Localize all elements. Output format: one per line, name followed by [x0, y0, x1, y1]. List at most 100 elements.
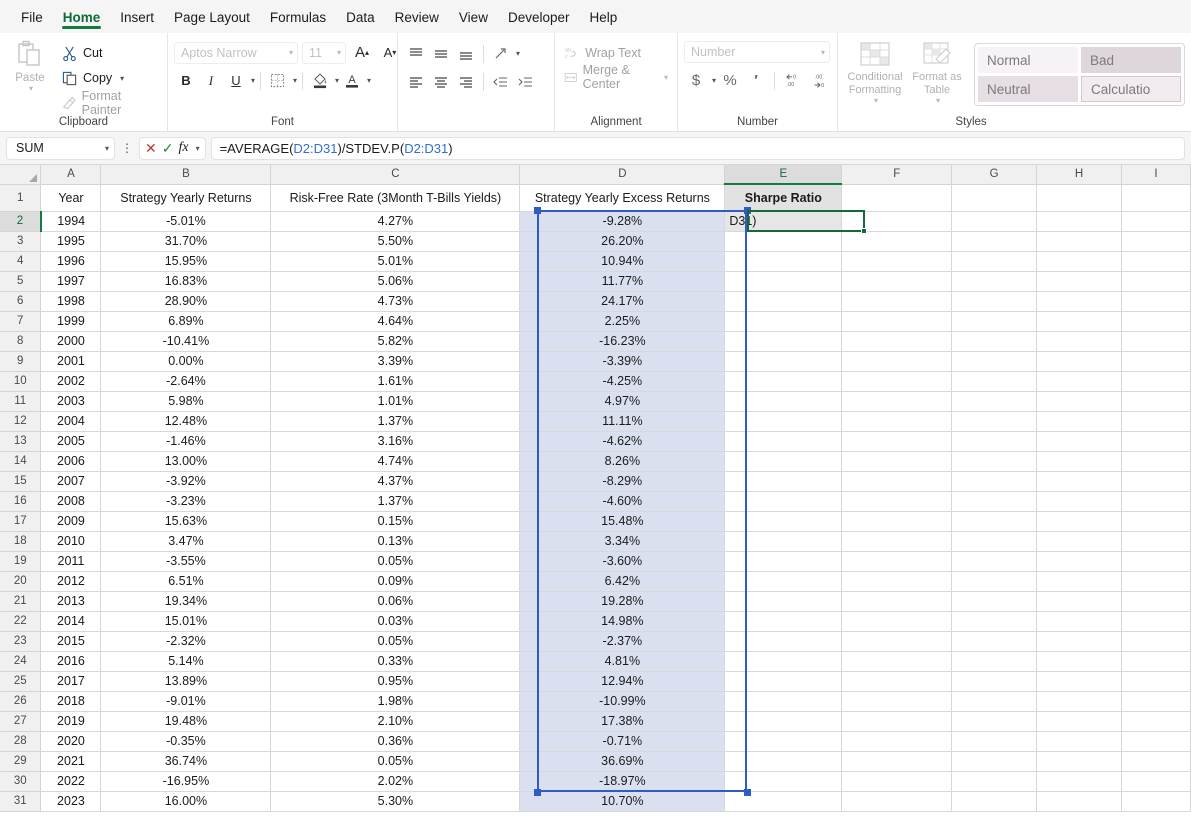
cell-b21[interactable]: 19.34%: [100, 591, 272, 612]
row-header-13[interactable]: 13: [0, 431, 42, 452]
cell-i5[interactable]: [1121, 271, 1191, 292]
cell-h27[interactable]: [1036, 711, 1122, 732]
cell-f15[interactable]: [841, 471, 953, 492]
cell-f6[interactable]: [841, 291, 953, 312]
cell-c13[interactable]: 3.16%: [270, 431, 521, 452]
cell-c28[interactable]: 0.36%: [270, 731, 521, 752]
cell-f2[interactable]: [841, 211, 953, 232]
underline-button[interactable]: U: [224, 69, 248, 92]
cell-c16[interactable]: 1.37%: [270, 491, 521, 512]
cell-h26[interactable]: [1036, 691, 1122, 712]
cell-b22[interactable]: 15.01%: [100, 611, 272, 632]
tab-data[interactable]: Data: [337, 5, 384, 29]
borders-button[interactable]: [266, 69, 290, 92]
cell-g16[interactable]: [951, 491, 1038, 512]
cell-g31[interactable]: [951, 791, 1038, 812]
cell-b16[interactable]: -3.23%: [100, 491, 272, 512]
column-header-a[interactable]: A: [40, 165, 102, 185]
cell-e1[interactable]: Sharpe Ratio: [724, 184, 843, 212]
cell-c25[interactable]: 0.95%: [270, 671, 521, 692]
cell-c5[interactable]: 5.06%: [270, 271, 521, 292]
row-header-15[interactable]: 15: [0, 471, 42, 492]
cell-g24[interactable]: [951, 651, 1038, 672]
cell-e6[interactable]: [724, 291, 843, 312]
row-header-1[interactable]: 1: [0, 184, 42, 212]
cell-i16[interactable]: [1121, 491, 1191, 512]
cell-e19[interactable]: [724, 551, 843, 572]
row-header-18[interactable]: 18: [0, 531, 42, 552]
cell-h12[interactable]: [1036, 411, 1122, 432]
cell-e2[interactable]: D31): [724, 211, 843, 232]
cell-d16[interactable]: -4.60%: [519, 491, 726, 512]
tab-home[interactable]: Home: [54, 5, 110, 29]
cell-e27[interactable]: [724, 711, 843, 732]
tab-formulas[interactable]: Formulas: [261, 5, 335, 29]
row-header-17[interactable]: 17: [0, 511, 42, 532]
cell-c4[interactable]: 5.01%: [270, 251, 521, 272]
cell-b8[interactable]: -10.41%: [100, 331, 272, 352]
cell-g13[interactable]: [951, 431, 1038, 452]
cell-i3[interactable]: [1121, 231, 1191, 252]
cell-b24[interactable]: 5.14%: [100, 651, 272, 672]
row-header-5[interactable]: 5: [0, 271, 42, 292]
cell-g6[interactable]: [951, 291, 1038, 312]
cell-c21[interactable]: 0.06%: [270, 591, 521, 612]
cell-d9[interactable]: -3.39%: [519, 351, 726, 372]
column-header-f[interactable]: F: [841, 165, 953, 185]
cell-c2[interactable]: 4.27%: [270, 211, 521, 232]
cell-a19[interactable]: 2011: [40, 551, 102, 572]
cell-d15[interactable]: -8.29%: [519, 471, 726, 492]
cell-b9[interactable]: 0.00%: [100, 351, 272, 372]
font-color-chevron-down-icon[interactable]: ▾: [367, 76, 371, 85]
cell-d22[interactable]: 14.98%: [519, 611, 726, 632]
cell-e4[interactable]: [724, 251, 843, 272]
font-name-chevron-down-icon[interactable]: ▾: [289, 48, 293, 57]
row-header-23[interactable]: 23: [0, 631, 42, 652]
cell-g2[interactable]: [951, 211, 1038, 232]
increase-decimal-button[interactable]: 0 .00: [781, 69, 807, 92]
tab-page-layout[interactable]: Page Layout: [165, 5, 259, 29]
conditional-formatting-button[interactable]: Conditional Formatting ▾: [844, 37, 906, 105]
cell-h5[interactable]: [1036, 271, 1122, 292]
cell-a26[interactable]: 2018: [40, 691, 102, 712]
cell-e15[interactable]: [724, 471, 843, 492]
comma-style-button[interactable]: ′: [744, 69, 768, 92]
cell-a8[interactable]: 2000: [40, 331, 102, 352]
cell-h30[interactable]: [1036, 771, 1122, 792]
cell-b6[interactable]: 28.90%: [100, 291, 272, 312]
cell-d18[interactable]: 3.34%: [519, 531, 726, 552]
row-header-27[interactable]: 27: [0, 711, 42, 732]
cell-f12[interactable]: [841, 411, 953, 432]
cell-h16[interactable]: [1036, 491, 1122, 512]
cell-style-calculation[interactable]: Calculatio: [1081, 76, 1181, 102]
cell-d1[interactable]: Strategy Yearly Excess Returns: [519, 184, 726, 212]
cell-c7[interactable]: 4.64%: [270, 311, 521, 332]
cell-b18[interactable]: 3.47%: [100, 531, 272, 552]
cell-b5[interactable]: 16.83%: [100, 271, 272, 292]
tab-file[interactable]: File: [12, 5, 52, 29]
row-header-9[interactable]: 9: [0, 351, 42, 372]
cell-i30[interactable]: [1121, 771, 1191, 792]
formula-input[interactable]: =AVERAGE(D2:D31)/STDEV.P(D2:D31): [210, 136, 1185, 160]
cell-g25[interactable]: [951, 671, 1038, 692]
cell-a4[interactable]: 1996: [40, 251, 102, 272]
range-handle-top-left[interactable]: [534, 207, 541, 214]
cell-e5[interactable]: [724, 271, 843, 292]
row-header-21[interactable]: 21: [0, 591, 42, 612]
cell-d29[interactable]: 36.69%: [519, 751, 726, 772]
cell-i1[interactable]: [1121, 184, 1191, 212]
align-top-button[interactable]: [404, 42, 428, 65]
format-as-table-button[interactable]: Format as Table ▾: [906, 37, 968, 105]
cell-c15[interactable]: 4.37%: [270, 471, 521, 492]
row-header-12[interactable]: 12: [0, 411, 42, 432]
borders-chevron-down-icon[interactable]: ▾: [293, 76, 297, 85]
cell-h22[interactable]: [1036, 611, 1122, 632]
cell-f22[interactable]: [841, 611, 953, 632]
cell-f14[interactable]: [841, 451, 953, 472]
cell-g14[interactable]: [951, 451, 1038, 472]
orientation-chevron-down-icon[interactable]: ▾: [516, 49, 520, 58]
merge-center-button[interactable]: Merge & Center ▾: [561, 63, 671, 91]
select-all-corner-icon[interactable]: [0, 165, 42, 185]
column-header-d[interactable]: D: [519, 165, 726, 185]
cell-h7[interactable]: [1036, 311, 1122, 332]
